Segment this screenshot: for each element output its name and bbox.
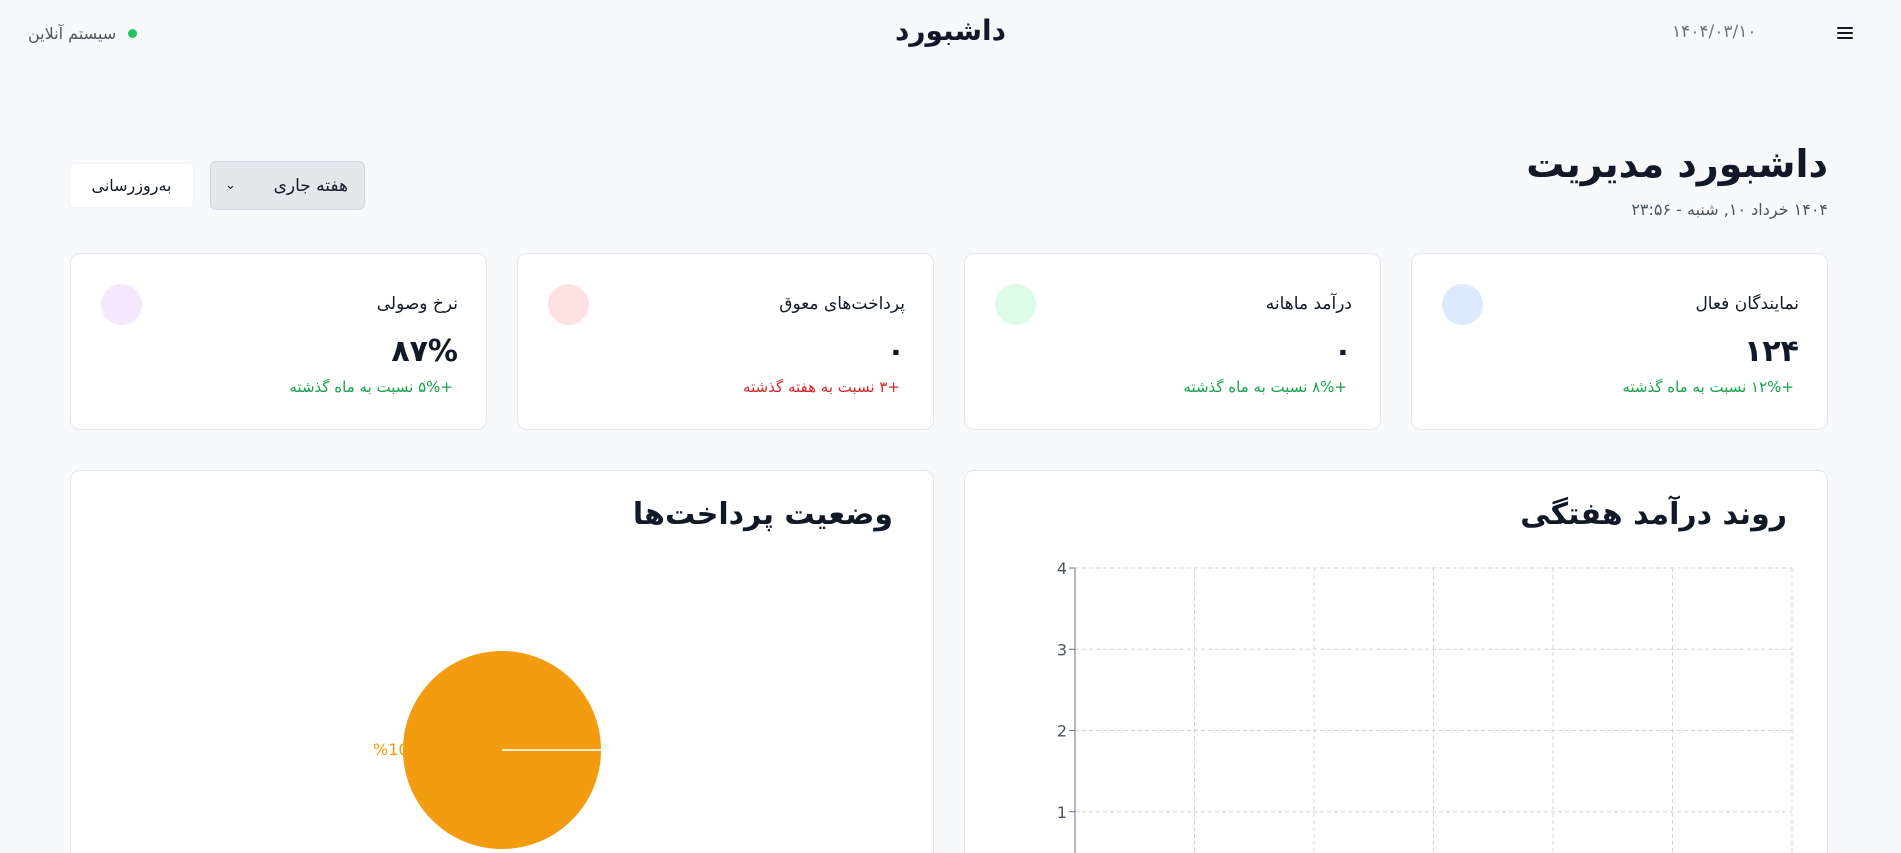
weekly-revenue-chart: 1 2 3 4 xyxy=(1057,559,1793,853)
y-tick-label: 4 xyxy=(1057,559,1067,578)
overdue-icon xyxy=(548,284,589,325)
payment-status-panel: وضعیت پرداخت‌ها %100 xyxy=(70,470,934,853)
revenue-icon xyxy=(995,284,1036,325)
stat-label: نرخ وصولی xyxy=(376,294,458,314)
stat-change: +۱۲% نسبت به ماه گذشته xyxy=(1622,378,1794,396)
y-tick-label: 1 xyxy=(1057,803,1067,822)
stat-change: +۳ نسبت به هفته گذشته xyxy=(743,378,900,396)
stat-card-active-agents: نمایندگان فعال ۱۲۴ +۱۲% نسبت به ماه گذشت… xyxy=(1411,253,1828,430)
stat-card-overdue-payments: پرداخت‌های معوق ۰ +۳ نسبت به هفته گذشته xyxy=(517,253,934,430)
stat-change: +۸% نسبت به ماه گذشته xyxy=(1183,378,1347,396)
y-tick-label: 3 xyxy=(1057,640,1067,659)
refresh-button[interactable]: به‌روزرسانی xyxy=(69,163,194,208)
stat-label: پرداخت‌های معوق xyxy=(779,294,905,314)
stat-value: ۰ xyxy=(886,334,905,369)
chevron-down-icon: ⌄ xyxy=(225,178,236,193)
top-bar: سیستم آنلاین داشبورد ۱۴۰۴/۰۳/۱۰ xyxy=(0,0,1901,70)
period-select[interactable]: ⌄ هفته جاری xyxy=(210,161,365,210)
pie-slice-label: %100 xyxy=(373,740,419,759)
hamburger-menu-icon[interactable] xyxy=(1837,27,1853,41)
stat-card-collection-rate: نرخ وصولی ۸۷% +۵% نسبت به ماه گذشته xyxy=(70,253,487,430)
weekly-revenue-panel: روند درآمد هفتگی 1234 xyxy=(964,470,1828,853)
stat-value: ۸۷% xyxy=(391,334,458,369)
stat-value: ۱۲۴ xyxy=(1744,334,1799,369)
payment-status-chart: %100 xyxy=(373,651,601,849)
app-title: داشبورد xyxy=(895,14,1006,47)
stat-change: +۵% نسبت به ماه گذشته xyxy=(289,378,453,396)
stat-card-monthly-revenue: درآمد ماهانه ۰ +۸% نسبت به ماه گذشته xyxy=(964,253,1381,430)
period-select-value: هفته جاری xyxy=(273,175,348,196)
y-tick-label: 2 xyxy=(1057,722,1067,741)
collection-icon xyxy=(101,284,142,325)
agents-icon xyxy=(1442,284,1483,325)
stat-value: ۰ xyxy=(1333,334,1352,369)
top-date: ۱۴۰۴/۰۳/۱۰ xyxy=(1672,22,1757,42)
page-datetime: ۱۴۰۴ خرداد ۱۰, شنبه - ۲۳:۵۶ xyxy=(1631,200,1828,219)
stat-label: درآمد ماهانه xyxy=(1265,294,1352,314)
page-title: داشبورد مدیریت xyxy=(1526,142,1828,186)
stat-label: نمایندگان فعال xyxy=(1695,294,1799,314)
